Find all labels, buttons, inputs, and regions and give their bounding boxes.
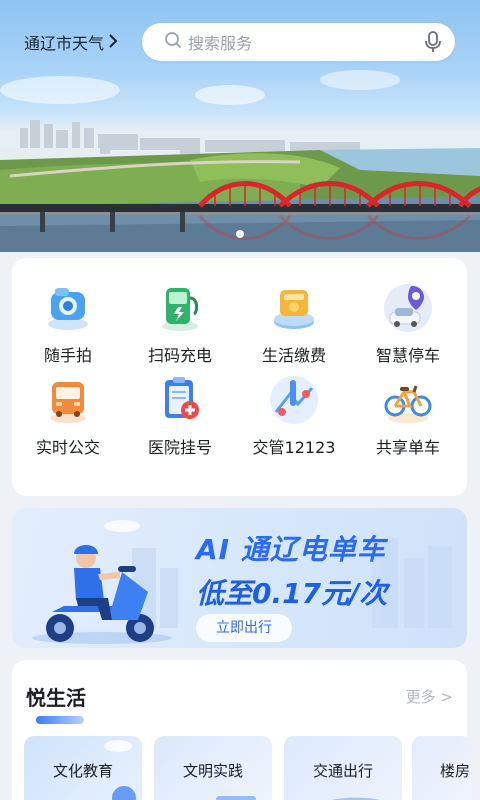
wallet-icon	[268, 282, 320, 334]
bus-icon	[42, 374, 94, 426]
service-item-snapshot[interactable]: 随手拍	[18, 282, 118, 366]
more-link[interactable]: 更多 >	[406, 686, 453, 707]
service-label: 扫码充电	[147, 346, 212, 365]
search-icon	[164, 31, 182, 53]
service-item-traffic-12123[interactable]: 交管12123	[244, 374, 344, 458]
tile-civic-practice[interactable]: 文明实践	[154, 736, 272, 800]
service-label: 医院挂号	[147, 438, 212, 457]
bicycle-icon	[382, 374, 434, 426]
banner-headline: AI 通辽电单车	[196, 533, 386, 566]
chevron-right-icon	[108, 33, 118, 52]
go-now-button[interactable]: 立即出行	[196, 614, 292, 642]
traffic-map-icon	[268, 374, 320, 426]
service-label: 生活缴费	[261, 346, 326, 365]
services-grid: 随手拍 扫码充电 生活缴费 智慧停车 实时公交 医院挂号 交管12123 共享单…	[12, 258, 467, 496]
city-weather-label: 通辽市天气	[24, 34, 105, 53]
service-item-smart-parking[interactable]: 智慧停车	[358, 282, 458, 366]
tile-transport[interactable]: 交通出行	[284, 736, 402, 800]
service-label: 随手拍	[43, 346, 92, 365]
service-label: 共享单车	[375, 438, 440, 457]
service-label: 实时公交	[35, 438, 100, 457]
top-bar: 通辽市天气 搜索服务	[0, 20, 480, 64]
service-item-realtime-bus[interactable]: 实时公交	[18, 374, 118, 458]
ebike-promo-banner[interactable]: AI 通辽电单车 低至0.17元/次 立即出行	[12, 508, 467, 648]
microphone-icon[interactable]	[425, 31, 441, 57]
life-section: 悦生活 更多 > 文化教育 文明实践 交通出行 楼房	[12, 660, 472, 800]
service-label: 智慧停车	[375, 346, 440, 365]
parking-car-icon	[382, 282, 434, 334]
section-title: 悦生活	[26, 686, 86, 710]
camera-icon	[42, 282, 94, 334]
search-placeholder: 搜索服务	[188, 34, 253, 53]
tile-label: 文明实践	[182, 762, 243, 780]
title-underline	[36, 716, 84, 724]
tile-label: 文化教育	[52, 762, 113, 780]
hospital-clipboard-icon	[154, 374, 206, 426]
service-item-hospital[interactable]: 医院挂号	[130, 374, 230, 458]
banner-price: 低至0.17元/次	[196, 577, 388, 610]
hero-banner[interactable]: 通辽市天气 搜索服务	[0, 0, 480, 252]
charging-pile-icon	[154, 282, 206, 334]
tile-culture-education[interactable]: 文化教育	[24, 736, 142, 800]
service-item-charging[interactable]: 扫码充电	[130, 282, 230, 366]
tile-label: 交通出行	[312, 762, 373, 780]
service-item-shared-bike[interactable]: 共享单车	[358, 374, 458, 458]
service-item-bill-pay[interactable]: 生活缴费	[244, 282, 344, 366]
city-weather-link[interactable]: 通辽市天气	[24, 30, 118, 54]
tile-housing[interactable]: 楼房	[412, 736, 472, 800]
carousel-indicator[interactable]	[236, 230, 244, 238]
service-label: 交管12123	[252, 438, 336, 457]
tile-label: 楼房	[440, 762, 471, 780]
search-input[interactable]: 搜索服务	[142, 23, 455, 61]
